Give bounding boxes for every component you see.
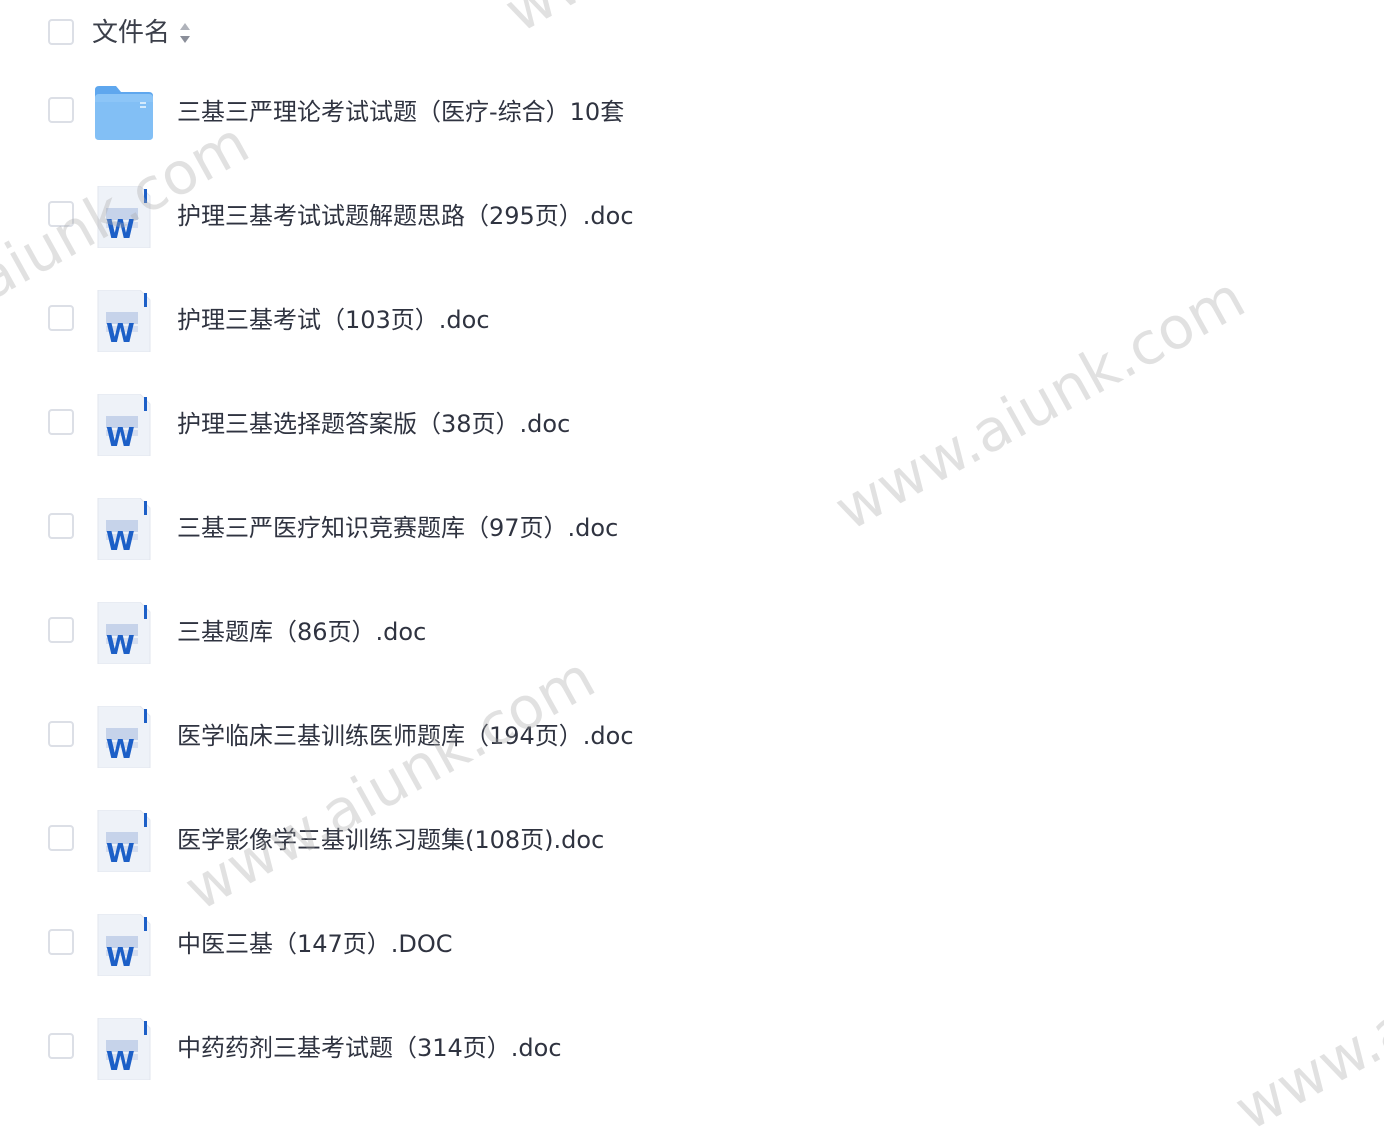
- svg-text:W: W: [106, 1047, 135, 1077]
- file-row[interactable]: W 护理三基考试试题解题思路（295页）.doc: [0, 164, 1384, 268]
- svg-text:W: W: [106, 319, 135, 349]
- svg-text:W: W: [106, 943, 135, 973]
- row-checkbox[interactable]: [48, 929, 74, 955]
- file-row[interactable]: W 护理三基考试（103页）.doc: [0, 268, 1384, 372]
- file-name[interactable]: 三基题库（86页）.doc: [177, 614, 426, 650]
- file-name[interactable]: 护理三基考试（103页）.doc: [177, 302, 490, 338]
- row-checkbox[interactable]: [48, 617, 74, 643]
- file-row[interactable]: W 三基三严医疗知识竞赛题库（97页）.doc: [0, 476, 1384, 580]
- file-row[interactable]: W 中药药剂三基考试题（314页）.doc: [0, 996, 1384, 1100]
- word-doc-icon[interactable]: W: [94, 289, 154, 353]
- file-name[interactable]: 三基三严理论考试试题（医疗-综合）10套: [177, 94, 624, 130]
- svg-text:W: W: [106, 839, 135, 869]
- file-name[interactable]: 中药药剂三基考试题（314页）.doc: [177, 1030, 562, 1066]
- word-doc-icon[interactable]: W: [94, 185, 154, 249]
- file-name[interactable]: 医学影像学三基训练习题集(108页).doc: [177, 822, 604, 858]
- select-all-checkbox[interactable]: [48, 19, 74, 45]
- word-doc-icon[interactable]: W: [94, 601, 154, 665]
- word-doc-icon[interactable]: W: [94, 497, 154, 561]
- folder-icon[interactable]: [94, 82, 154, 144]
- file-name[interactable]: 中医三基（147页）.DOC: [177, 926, 453, 962]
- word-doc-icon[interactable]: W: [94, 393, 154, 457]
- svg-text:W: W: [106, 735, 135, 765]
- file-list-header: 文件名: [0, 0, 1384, 64]
- file-name[interactable]: 护理三基考试试题解题思路（295页）.doc: [177, 198, 634, 234]
- file-name[interactable]: 护理三基选择题答案版（38页）.doc: [177, 406, 570, 442]
- word-doc-icon[interactable]: W: [94, 1017, 154, 1081]
- row-checkbox[interactable]: [48, 409, 74, 435]
- row-checkbox[interactable]: [48, 721, 74, 747]
- sort-caret-icon[interactable]: [178, 20, 192, 46]
- file-row[interactable]: W 护理三基选择题答案版（38页）.doc: [0, 372, 1384, 476]
- file-name[interactable]: 三基三严医疗知识竞赛题库（97页）.doc: [177, 510, 618, 546]
- file-row[interactable]: W 医学临床三基训练医师题库（194页）.doc: [0, 684, 1384, 788]
- row-checkbox[interactable]: [48, 97, 74, 123]
- file-row[interactable]: W 中医三基（147页）.DOC: [0, 892, 1384, 996]
- file-name[interactable]: 医学临床三基训练医师题库（194页）.doc: [177, 718, 634, 754]
- word-doc-icon[interactable]: W: [94, 809, 154, 873]
- row-checkbox[interactable]: [48, 201, 74, 227]
- svg-text:W: W: [106, 527, 135, 557]
- row-checkbox[interactable]: [48, 513, 74, 539]
- word-doc-icon[interactable]: W: [94, 705, 154, 769]
- svg-text:W: W: [106, 631, 135, 661]
- file-row[interactable]: 三基三严理论考试试题（医疗-综合）10套: [0, 60, 1384, 164]
- svg-text:W: W: [106, 215, 135, 245]
- file-row[interactable]: W 医学影像学三基训练习题集(108页).doc: [0, 788, 1384, 892]
- column-header-filename[interactable]: 文件名: [92, 16, 170, 50]
- row-checkbox[interactable]: [48, 1033, 74, 1059]
- svg-text:W: W: [106, 423, 135, 453]
- file-row[interactable]: W 三基题库（86页）.doc: [0, 580, 1384, 684]
- row-checkbox[interactable]: [48, 825, 74, 851]
- row-checkbox[interactable]: [48, 305, 74, 331]
- word-doc-icon[interactable]: W: [94, 913, 154, 977]
